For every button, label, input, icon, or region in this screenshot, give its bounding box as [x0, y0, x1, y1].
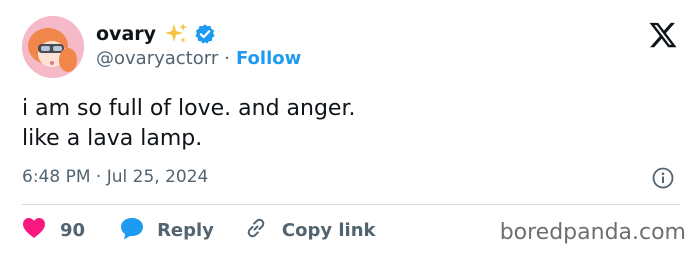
copy-link-button[interactable]: Copy link	[244, 216, 376, 245]
user-handle[interactable]: @ovaryactorr	[96, 48, 218, 69]
speech-bubble-icon	[119, 216, 145, 245]
x-logo-icon[interactable]	[648, 20, 678, 50]
watermark: boredpanda.com	[499, 220, 686, 245]
info-icon[interactable]	[652, 167, 674, 189]
reply-button[interactable]: Reply	[119, 216, 214, 245]
like-count: 90	[60, 220, 86, 241]
handle-row: @ovaryactorr · Follow	[96, 48, 301, 69]
divider	[22, 204, 680, 205]
name-row: ovary	[96, 22, 216, 46]
sparkles-icon	[164, 22, 188, 46]
tweet-timestamp[interactable]: 6:48 PM · Jul 25, 2024	[22, 167, 208, 187]
display-name[interactable]: ovary	[96, 23, 156, 45]
reply-label: Reply	[157, 220, 214, 241]
copy-link-label: Copy link	[281, 220, 376, 241]
heart-icon	[22, 217, 46, 244]
avatar-image	[22, 16, 84, 78]
tweet-card: ovary @ovaryactorr · Follow i am so full…	[0, 0, 700, 256]
like-button[interactable]: 90	[22, 217, 85, 244]
action-bar: 90 Reply Copy link	[22, 216, 376, 245]
avatar[interactable]	[22, 16, 84, 78]
separator: ·	[224, 48, 230, 69]
follow-button[interactable]: Follow	[236, 48, 301, 69]
tweet-text: i am so full of love. and anger. like a …	[22, 96, 356, 151]
link-icon	[244, 216, 268, 245]
verified-badge-icon	[194, 23, 216, 45]
